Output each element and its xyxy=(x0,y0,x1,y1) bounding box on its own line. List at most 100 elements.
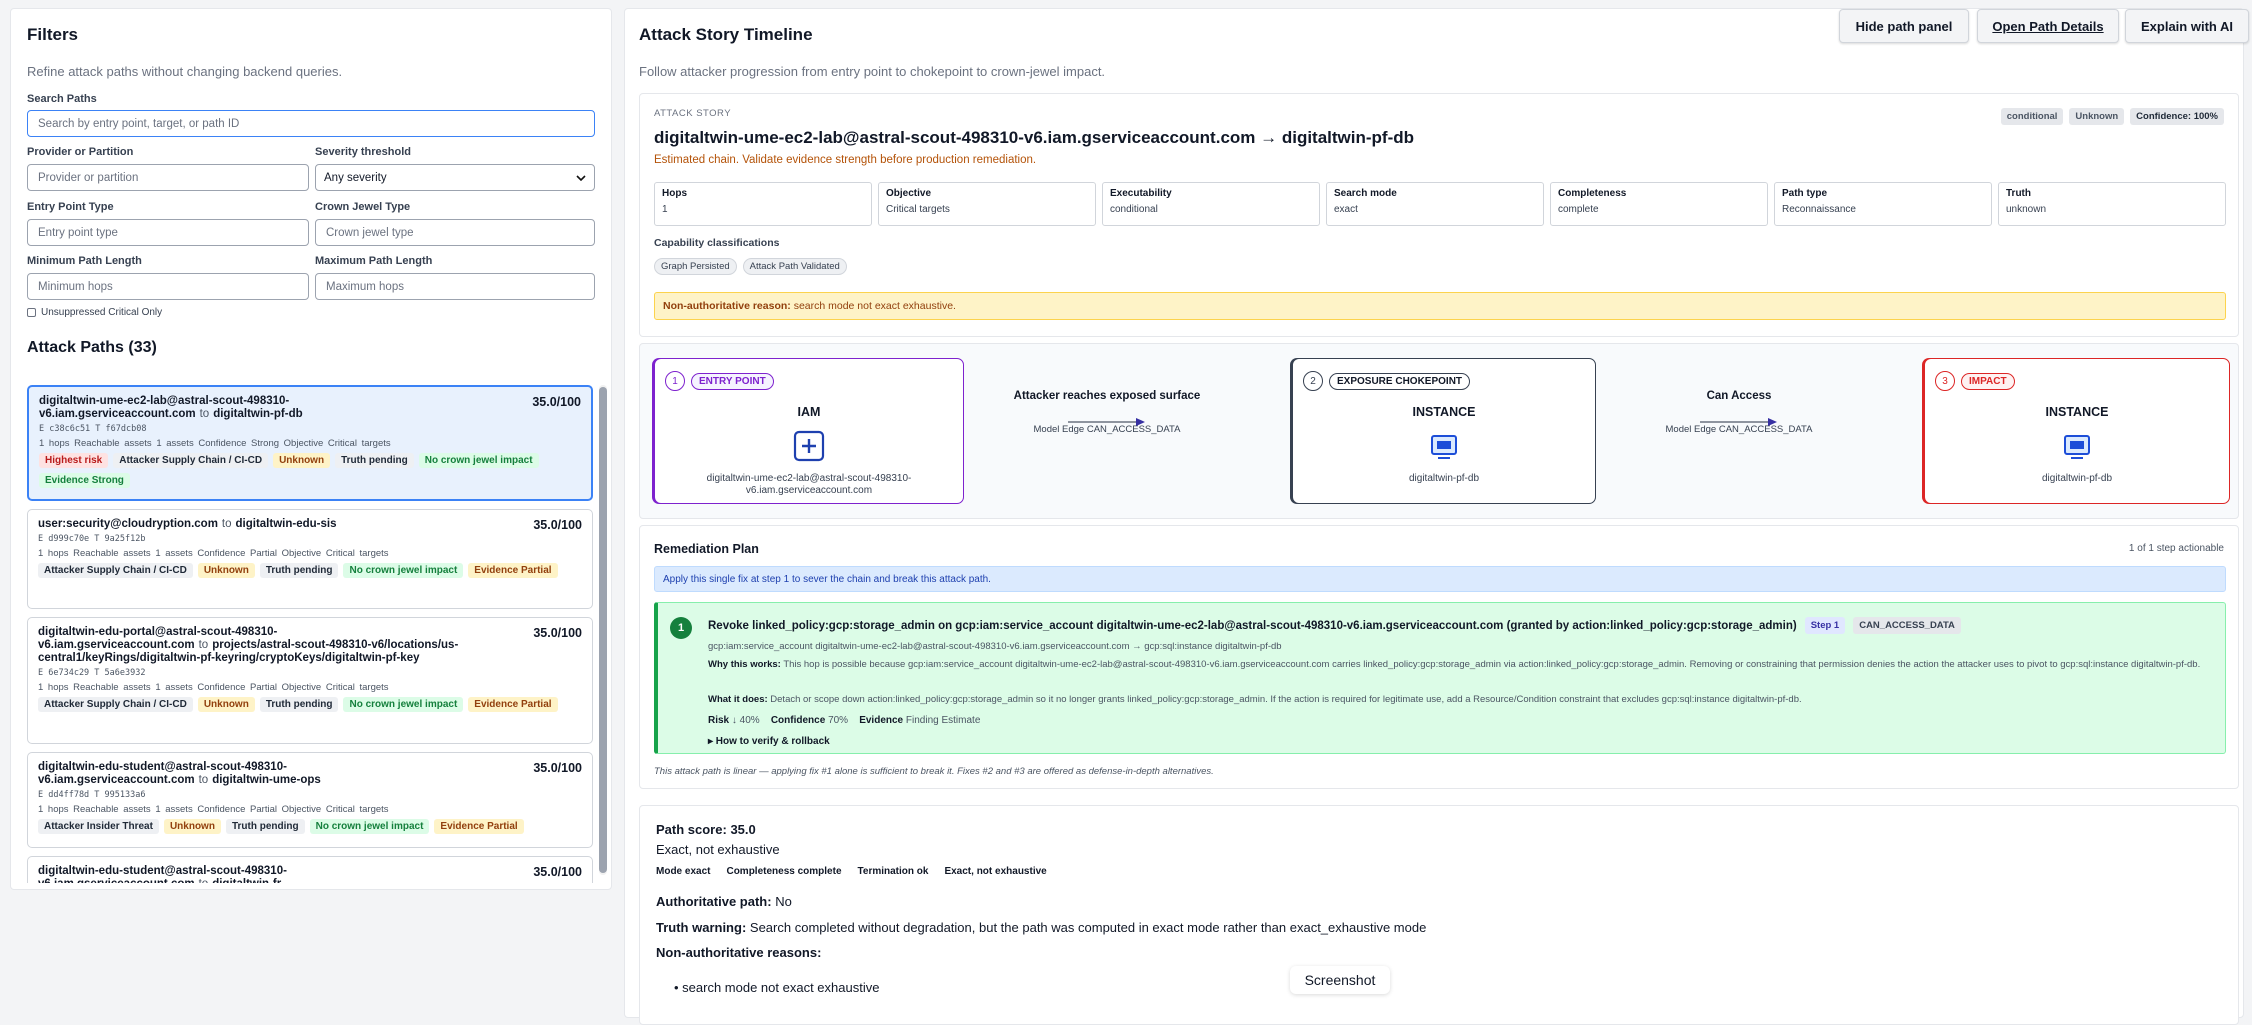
fact-value: Reconnaissance xyxy=(1782,204,1856,215)
fact-completeness: Completeness complete xyxy=(1550,182,1768,226)
path-target: digitaltwin-fr xyxy=(212,878,281,883)
entry-point-badge: ENTRY POINT xyxy=(691,372,774,390)
mode-chip: Mode exact xyxy=(656,866,711,877)
to-label: to xyxy=(199,878,209,883)
screenshot-tooltip: Screenshot xyxy=(1290,966,1390,994)
unsuppressed-checkbox[interactable] xyxy=(27,308,36,317)
severity-select[interactable]: Any severity xyxy=(315,164,595,191)
non-authoritative-banner: Non-authoritative reason: search mode no… xyxy=(654,292,2226,320)
node-type: INSTANCE xyxy=(1412,405,1476,419)
attack-path-card[interactable]: digitaltwin-edu-portal@astral-scout-4983… xyxy=(27,617,593,744)
to-label: to xyxy=(198,639,209,651)
path-score: 35.0/100 xyxy=(533,518,582,532)
provider-label: Provider or Partition xyxy=(27,146,134,158)
fact-value: exact xyxy=(1334,204,1358,215)
entry-label: Entry Point Type xyxy=(27,201,114,213)
provider-input[interactable]: Provider or partition xyxy=(27,164,309,191)
scrollbar-thumb[interactable] xyxy=(599,387,607,873)
attack-path-card[interactable]: user:security@cloudryption.com to digitalt… xyxy=(27,509,593,609)
fact-path-type: Path type Reconnaissance xyxy=(1774,182,1992,226)
edge-chip: CAN_ACCESS_DATA xyxy=(1853,617,1961,634)
path-target: digitaltwin-ume-ops xyxy=(212,774,321,786)
fact-hops: Hops 1 xyxy=(654,182,872,226)
crown-label: Crown Jewel Type xyxy=(315,201,411,213)
nonauth-text: search mode not exact exhaustive. xyxy=(793,300,956,312)
tag-badge: Attacker Supply Chain / CI-CD xyxy=(113,453,269,468)
flow-edge-2: Can Access Model Edge CAN_ACCESS_DATA xyxy=(1644,390,1834,435)
maxlen-input[interactable]: Maximum hops xyxy=(315,273,595,300)
tag-badge: Unknown xyxy=(197,563,255,578)
path-score: 35.0/100 xyxy=(533,761,582,775)
server-instance-icon xyxy=(1431,435,1457,459)
fact-key: Hops xyxy=(662,188,687,199)
to-label: to xyxy=(221,518,232,530)
risk-value: ↓ 40% xyxy=(731,715,760,726)
auth-label: Authoritative path: xyxy=(656,894,772,909)
tag-badge: Attacker Supply Chain / CI-CD xyxy=(38,563,193,578)
explain-ai-button[interactable]: Explain with AI xyxy=(2125,9,2249,43)
tag-badge: Unknown xyxy=(197,697,255,712)
path-ids: E dd4ff78d T 995133a6 xyxy=(38,790,146,800)
fact-key: Objective xyxy=(886,188,932,199)
remediation-hint: Apply this single fix at step 1 to sever… xyxy=(654,566,2226,592)
edge-title: Can Access xyxy=(1706,390,1772,402)
what-body: Detach or scope down action:linked_polic… xyxy=(770,694,1802,705)
fact-search-mode: Search mode exact xyxy=(1326,182,1544,226)
timeline-title: Attack Story Timeline xyxy=(639,25,813,44)
step-title: Revoke linked_policy:gcp:storage_admin o… xyxy=(708,619,1797,632)
attack-paths-title: Attack Paths (33) xyxy=(27,339,157,356)
verify-rollback-toggle[interactable]: ▸ How to verify & rollback xyxy=(708,736,830,747)
fact-value: complete xyxy=(1558,204,1599,215)
path-target: digitaltwin-edu-sis xyxy=(235,518,337,530)
fact-key: Executability xyxy=(1110,188,1172,199)
score-exact: Exact, not exhaustive xyxy=(656,842,780,857)
attack-path-card[interactable]: digitaltwin-edu-student@astral-scout-498… xyxy=(27,856,593,883)
attack-path-card[interactable]: digitaltwin-ume-ec2-lab@astral-scout-498… xyxy=(27,385,593,501)
path-ids: E 6e734c29 T 5a6e3932 xyxy=(38,668,146,678)
remediation-note: This attack path is linear — applying fi… xyxy=(654,766,1214,777)
capability-pill: Graph Persisted xyxy=(654,258,737,275)
severity-label: Severity threshold xyxy=(315,146,411,158)
tag-badge: Attacker Insider Threat xyxy=(38,819,159,834)
attack-flow: 1 ENTRY POINT IAM digitaltwin-ume-ec2-lab… xyxy=(639,343,2239,519)
remediation-title: Remediation Plan xyxy=(654,542,759,556)
open-path-details-button[interactable]: Open Path Details xyxy=(1977,9,2119,43)
crown-input[interactable]: Crown jewel type xyxy=(315,219,595,246)
minlen-input[interactable]: Minimum hops xyxy=(27,273,309,300)
path-target: digitaltwin-pf-db xyxy=(213,408,303,420)
step-path: gcp:iam:service_account digitaltwin-ume-… xyxy=(708,641,1282,652)
step-number: 1 xyxy=(670,617,692,639)
chevron-down-icon xyxy=(576,174,586,181)
step-number: 1 xyxy=(665,371,685,391)
fact-value: conditional xyxy=(1110,204,1158,215)
path-score: 35.0/100 xyxy=(532,395,581,409)
attack-path-list: digitaltwin-ume-ec2-lab@astral-scout-498… xyxy=(11,375,611,883)
node-name: digitaltwin-pf-db xyxy=(1408,473,1480,484)
fact-key: Path type xyxy=(1782,188,1828,199)
scrollbar[interactable] xyxy=(599,385,607,875)
chokepoint-node[interactable]: 2 EXPOSURE CHOKEPOINT INSTANCE digitaltwi… xyxy=(1292,358,1596,504)
tag-badge: Unknown xyxy=(273,453,331,468)
hide-path-panel-button[interactable]: Hide path panel xyxy=(1839,9,1969,43)
attack-path-card[interactable]: digitaltwin-edu-student@astral-scout-498… xyxy=(27,752,593,848)
fact-value: unknown xyxy=(2006,204,2047,215)
story-title: digitaltwin-ume-ec2-lab@astral-scout-498… xyxy=(654,128,1415,147)
evidence-value: Finding Estimate xyxy=(905,715,981,726)
impact-node[interactable]: 3 IMPACT INSTANCE digitaltwin-pf-db xyxy=(1924,358,2230,504)
path-meta: 1 hops Reachable assets 1 assets Confide… xyxy=(38,682,389,693)
capabilities-label: Capability classifications xyxy=(654,237,780,249)
tag-badge: No crown jewel impact xyxy=(309,819,430,834)
path-meta: 1 hops Reachable assets 1 assets Confide… xyxy=(38,548,389,559)
entry-point-node[interactable]: 1 ENTRY POINT IAM digitaltwin-ume-ec2-lab… xyxy=(654,358,964,504)
minlen-label: Minimum Path Length xyxy=(27,255,142,267)
remediation-step[interactable]: 1 Revoke linked_policy:gcp:storage_admin… xyxy=(654,602,2226,754)
path-source: user:security@cloudryption.com xyxy=(38,518,218,530)
timeline-panel: Attack Story Timeline Follow attacker pr… xyxy=(624,8,2249,1025)
entry-input[interactable]: Entry point type xyxy=(27,219,309,246)
truth-label: Truth warning: xyxy=(656,920,747,935)
path-ids: E d999c70e T 9a25f12b xyxy=(38,534,146,544)
search-label: Search Paths xyxy=(27,93,97,105)
confidence-value: 70% xyxy=(828,715,849,726)
attack-story-card: ATTACK STORY digitaltwin-ume-ec2-lab@ast… xyxy=(639,93,2239,337)
search-input[interactable]: Search by entry point, target, or path I… xyxy=(27,110,595,137)
